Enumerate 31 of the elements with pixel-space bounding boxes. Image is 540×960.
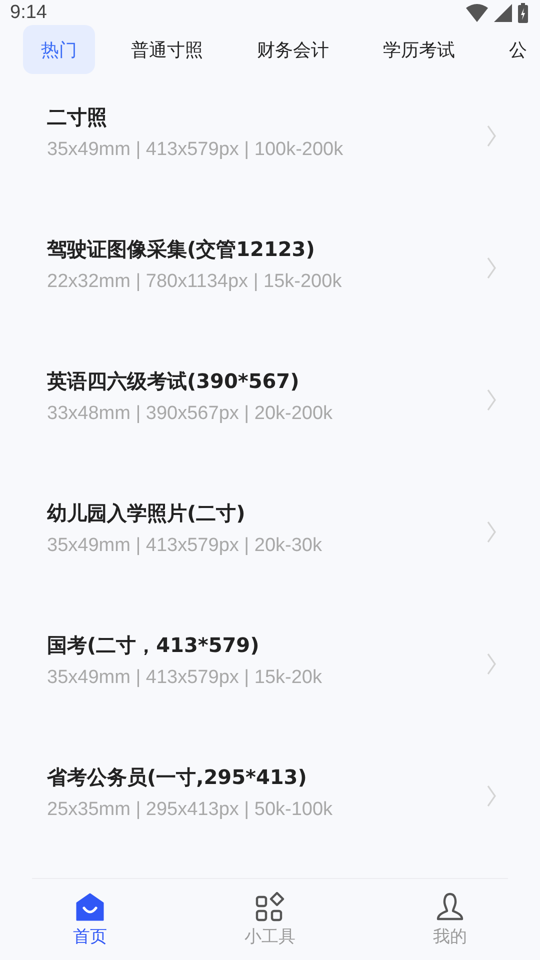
status-time: 9:14 <box>10 2 47 24</box>
chevron-right-icon <box>487 389 496 411</box>
home-icon <box>76 893 104 921</box>
item-specs: 33x48mm | 390x567px | 20k-200k <box>47 402 333 426</box>
grid-icon <box>255 892 285 922</box>
category-tab[interactable]: 财务会计 <box>239 25 347 74</box>
item-specs: 22x32mm | 780x1134px | 15k-200k <box>47 270 342 294</box>
category-tab[interactable]: 热门 <box>23 25 95 74</box>
category-tab[interactable]: 普通寸照 <box>113 25 221 74</box>
wifi-icon <box>466 4 488 22</box>
chevron-right-icon <box>487 125 496 147</box>
chevron-right-icon <box>487 653 496 675</box>
chevron-right-icon <box>487 521 496 543</box>
item-title[interactable]: 英语四六级考试(390*567) <box>47 367 333 395</box>
person-icon <box>436 892 464 922</box>
signal-icon <box>494 4 512 22</box>
item-title[interactable]: 国考(二寸，413*579) <box>47 631 322 659</box>
item-specs: 35x49mm | 413x579px | 15k-20k <box>47 666 322 690</box>
item-specs: 25x35mm | 295x413px | 50k-100k <box>47 798 333 822</box>
nav-tab[interactable]: 首页 <box>0 879 180 960</box>
item-title[interactable]: 驾驶证图像采集(交管12123) <box>47 235 342 263</box>
item-title[interactable]: 幼儿园入学照片(二寸) <box>47 499 322 527</box>
item-title[interactable]: 二寸照 <box>47 103 344 131</box>
item-title[interactable]: 省考公务员(一寸,295*413) <box>47 763 333 791</box>
chevron-right-icon <box>487 785 496 807</box>
category-tab[interactable]: 学历考试 <box>365 25 473 74</box>
chevron-right-icon <box>487 257 496 279</box>
item-specs: 35x49mm | 413x579px | 20k-30k <box>47 534 322 558</box>
item-specs: 35x49mm | 413x579px | 100k-200k <box>47 138 344 162</box>
category-tab[interactable]: 公 <box>491 25 540 74</box>
battery-icon <box>518 2 528 22</box>
